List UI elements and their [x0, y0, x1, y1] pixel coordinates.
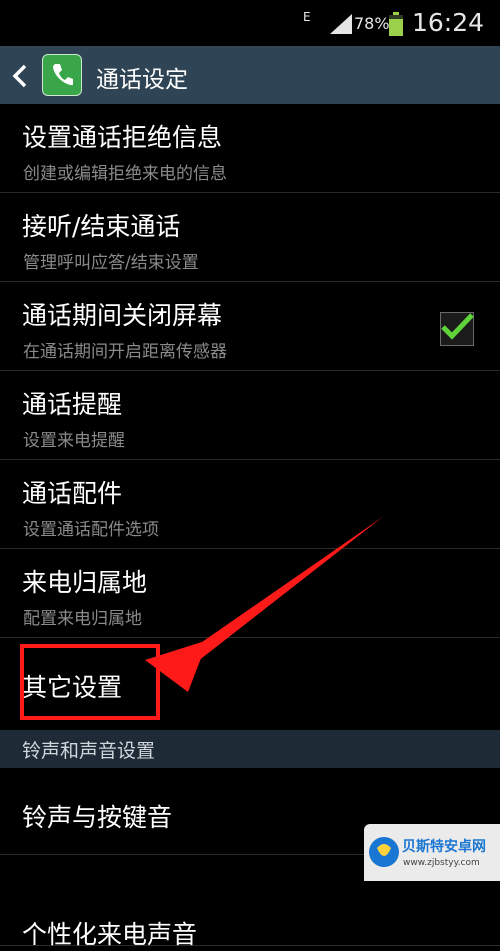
- item-title: 通话提醒: [22, 390, 123, 419]
- item-title: 来电归属地: [22, 568, 148, 597]
- battery-icon: [389, 12, 403, 36]
- item-title: 通话期间关闭屏幕: [22, 301, 223, 330]
- signal-icon: [330, 14, 352, 34]
- item-subtitle: 配置来电归属地: [23, 609, 142, 629]
- item-title: 设置通话拒绝信息: [22, 123, 223, 152]
- item-title: 个性化来电声音: [22, 920, 198, 949]
- list-item-call-reject-message[interactable]: 设置通话拒绝信息 创建或编辑拒绝来电的信息: [0, 104, 500, 193]
- watermark-name: 贝斯特安卓网: [402, 839, 486, 855]
- proximity-sensor-checkbox[interactable]: [440, 312, 474, 346]
- back-arrow-icon[interactable]: [12, 64, 28, 88]
- item-subtitle: 在通话期间开启距离传感器: [23, 342, 227, 362]
- list-item-screen-off-during-call[interactable]: 通话期间关闭屏幕 在通话期间开启距离传感器: [0, 282, 500, 371]
- section-title: 铃声和声音设置: [22, 740, 156, 762]
- item-title: 铃声与按键音: [22, 803, 173, 832]
- list-item-caller-location[interactable]: 来电归属地 配置来电归属地: [0, 549, 500, 638]
- battery-percentage: 78%: [354, 14, 390, 33]
- phone-icon: [53, 64, 73, 86]
- list-item-answer-end-call[interactable]: 接听/结束通话 管理呼叫应答/结束设置: [0, 193, 500, 282]
- watermark-logo-icon: [369, 837, 399, 867]
- check-icon: [441, 313, 474, 340]
- watermark: 贝斯特安卓网 www.zjbstyy.com: [364, 818, 500, 881]
- list-item-call-alerts[interactable]: 通话提醒 设置来电提醒: [0, 371, 500, 460]
- phone-app-icon[interactable]: [42, 54, 82, 96]
- item-subtitle: 创建或编辑拒绝来电的信息: [23, 164, 227, 184]
- watermark-url: www.zjbstyy.com: [403, 858, 480, 868]
- item-subtitle: 管理呼叫应答/结束设置: [23, 253, 199, 273]
- item-title: 通话配件: [22, 479, 123, 508]
- page-title: 通话设定: [96, 67, 188, 93]
- list-item-call-accessories[interactable]: 通话配件 设置通话配件选项: [0, 460, 500, 549]
- action-bar: 通话设定: [0, 46, 500, 104]
- item-subtitle: 设置来电提醒: [23, 431, 125, 451]
- item-subtitle: 设置通话配件选项: [23, 520, 159, 540]
- clock: 16:24: [412, 8, 485, 37]
- network-type: E: [303, 10, 311, 24]
- section-header-ringtone-sound: 铃声和声音设置: [0, 730, 500, 768]
- item-title: 接听/结束通话: [22, 212, 181, 241]
- status-bar: E 78% 16:24: [0, 0, 500, 46]
- annotation-highlight-box: [20, 644, 160, 720]
